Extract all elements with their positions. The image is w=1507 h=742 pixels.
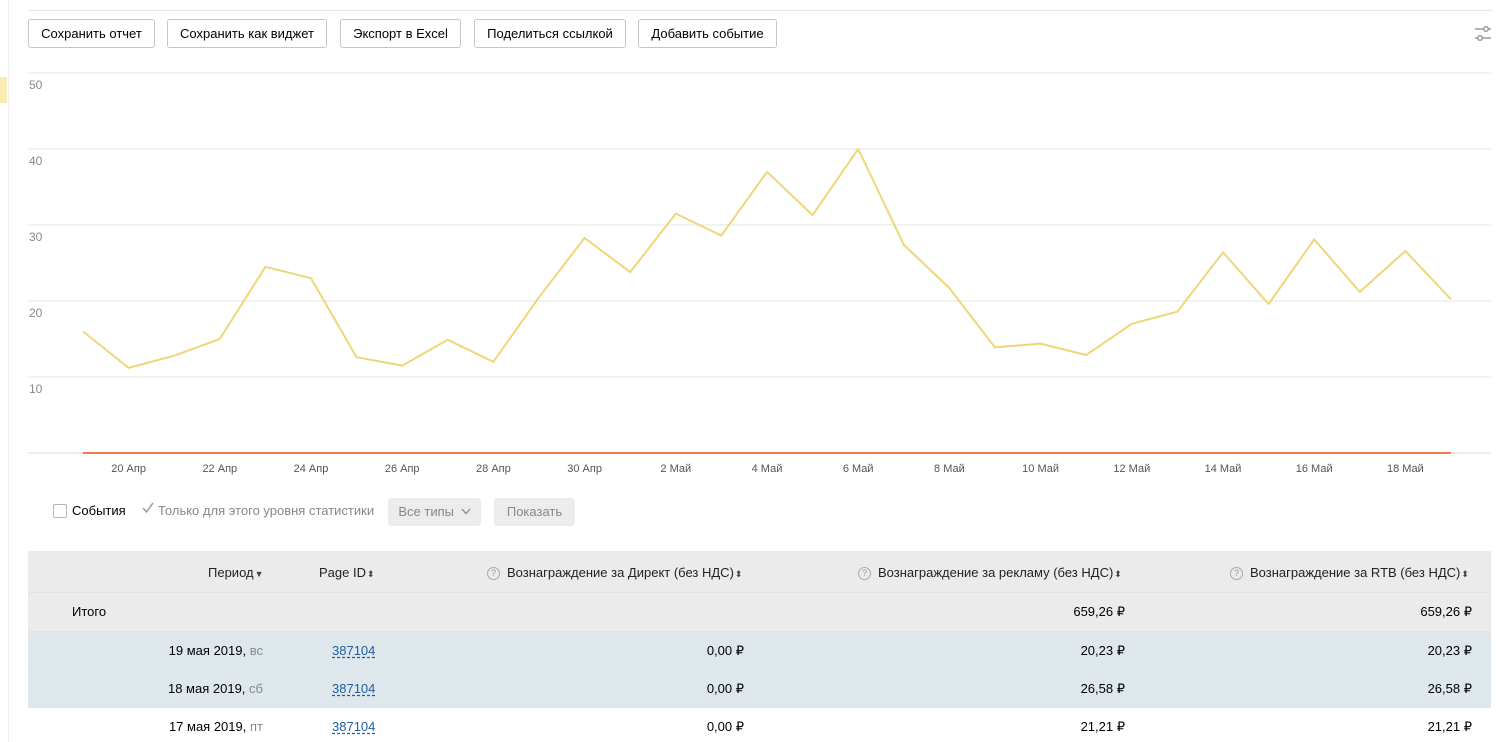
table-row[interactable]: 17 мая 2019, пт 387104 0,00 ₽ 21,21 ₽ 21… bbox=[28, 708, 1491, 742]
chart-y-axis: 10 20 30 40 50 bbox=[29, 78, 43, 396]
chevron-down-icon bbox=[461, 508, 471, 515]
export-excel-button[interactable]: Экспорт в Excel bbox=[340, 19, 461, 48]
x-tick-label: 14 Май bbox=[1205, 463, 1242, 475]
y-tick-label: 10 bbox=[29, 382, 43, 396]
column-header-rtb[interactable]: ? Вознаграждение за RTB (без НДС)⬍ bbox=[1230, 565, 1469, 580]
sort-both-icon: ⬍ bbox=[1461, 569, 1469, 579]
column-header-ads[interactable]: ? Вознаграждение за рекламу (без НДС)⬍ bbox=[858, 565, 1122, 580]
page-id-link[interactable]: 387104 bbox=[332, 643, 375, 658]
y-tick-label: 30 bbox=[29, 230, 43, 244]
y-tick-label: 50 bbox=[29, 78, 43, 92]
table-row[interactable]: 18 мая 2019, сб 387104 0,00 ₽ 26,58 ₽ 26… bbox=[28, 670, 1491, 708]
table-row[interactable]: 19 мая 2019, вс 387104 0,00 ₽ 20,23 ₽ 20… bbox=[28, 632, 1491, 670]
chart-filter-controls: События Только для этого уровня статисти… bbox=[52, 497, 652, 527]
checkmark-icon[interactable] bbox=[141, 501, 155, 515]
row-direct-value: 0,00 ₽ bbox=[706, 719, 744, 734]
column-header-direct[interactable]: ? Вознаграждение за Директ (без НДС)⬍ bbox=[487, 565, 742, 580]
total-rtb: 659,26 ₽ bbox=[1420, 604, 1472, 619]
x-tick-label: 4 Май bbox=[752, 463, 783, 475]
table-header-row: Период▼ Page ID⬍ ? Вознаграждение за Дире… bbox=[28, 551, 1491, 593]
row-date: 17 мая 2019, пт bbox=[168, 719, 263, 734]
row-rtb-value: 26,58 ₽ bbox=[1427, 681, 1472, 696]
save-widget-button[interactable]: Сохранить как виджет bbox=[167, 19, 327, 48]
help-icon: ? bbox=[1230, 567, 1243, 580]
row-rtb-value: 20,23 ₽ bbox=[1427, 643, 1472, 658]
all-types-label: Все типы bbox=[398, 504, 454, 519]
row-ads-value: 21,21 ₽ bbox=[1080, 719, 1125, 734]
x-tick-label: 22 Апр bbox=[202, 463, 237, 475]
table-total-row: Итого 659,26 ₽ 659,26 ₽ bbox=[28, 593, 1491, 632]
total-ads: 659,26 ₽ bbox=[1073, 604, 1125, 619]
row-date: 19 мая 2019, вс bbox=[168, 643, 263, 658]
x-tick-label: 30 Апр bbox=[567, 463, 602, 475]
row-ads-value: 20,23 ₽ bbox=[1080, 643, 1125, 658]
row-ads-value: 26,58 ₽ bbox=[1080, 681, 1125, 696]
row-date: 18 мая 2019, сб bbox=[167, 681, 263, 696]
help-icon: ? bbox=[487, 567, 500, 580]
column-header-period[interactable]: Период▼ bbox=[208, 565, 264, 580]
column-header-page-id[interactable]: Page ID⬍ bbox=[319, 565, 375, 580]
x-tick-label: 24 Апр bbox=[294, 463, 329, 475]
page-id-link[interactable]: 387104 bbox=[332, 719, 375, 734]
settings-sliders-icon[interactable] bbox=[1473, 24, 1493, 44]
sort-both-icon: ⬍ bbox=[734, 569, 743, 579]
chart-grid bbox=[28, 72, 1491, 454]
sort-both-icon: ⬍ bbox=[1114, 569, 1122, 579]
level-only-label: Только для этого уровня статистики bbox=[158, 503, 375, 518]
sort-desc-icon: ▼ bbox=[254, 569, 264, 579]
all-types-dropdown[interactable]: Все типы bbox=[388, 498, 481, 526]
show-button[interactable]: Показать bbox=[494, 498, 575, 526]
row-direct-value: 0,00 ₽ bbox=[706, 681, 744, 696]
y-tick-label: 20 bbox=[29, 306, 43, 320]
x-tick-label: 8 Май bbox=[934, 463, 965, 475]
x-tick-label: 18 Май bbox=[1387, 463, 1424, 475]
x-tick-label: 16 Май bbox=[1296, 463, 1333, 475]
x-tick-label: 28 Апр bbox=[476, 463, 511, 475]
row-direct-value: 0,00 ₽ bbox=[706, 643, 744, 658]
y-tick-label: 40 bbox=[29, 154, 43, 168]
series-line bbox=[82, 148, 1452, 369]
x-tick-label: 12 Май bbox=[1113, 463, 1150, 475]
save-report-button[interactable]: Сохранить отчет bbox=[28, 19, 155, 48]
help-icon: ? bbox=[858, 567, 871, 580]
x-tick-label: 2 Май bbox=[660, 463, 691, 475]
events-checkbox-label: События bbox=[72, 503, 126, 518]
page-id-link[interactable]: 387104 bbox=[332, 681, 375, 696]
add-event-button[interactable]: Добавить событие bbox=[638, 19, 777, 48]
row-rtb-value: 21,21 ₽ bbox=[1427, 719, 1472, 734]
top-divider bbox=[28, 10, 1493, 11]
x-tick-label: 26 Апр bbox=[385, 463, 420, 475]
chart-x-axis: 20 Апр 22 Апр 24 Апр 26 Апр 28 Апр 30 Апр 2 Ма… bbox=[111, 463, 1424, 475]
total-label: Итого bbox=[72, 604, 107, 619]
x-tick-label: 20 Апр bbox=[111, 463, 146, 475]
x-tick-label: 10 Май bbox=[1022, 463, 1059, 475]
earnings-line-chart: 10 20 30 40 50 20 Апр 22 Апр 24 Апр 26 Апр 28 Ап… bbox=[28, 72, 1491, 475]
share-link-button[interactable]: Поделиться ссылкой bbox=[474, 19, 626, 48]
x-tick-label: 6 Май bbox=[843, 463, 874, 475]
events-checkbox[interactable] bbox=[53, 504, 67, 518]
sort-both-icon: ⬍ bbox=[366, 569, 375, 579]
